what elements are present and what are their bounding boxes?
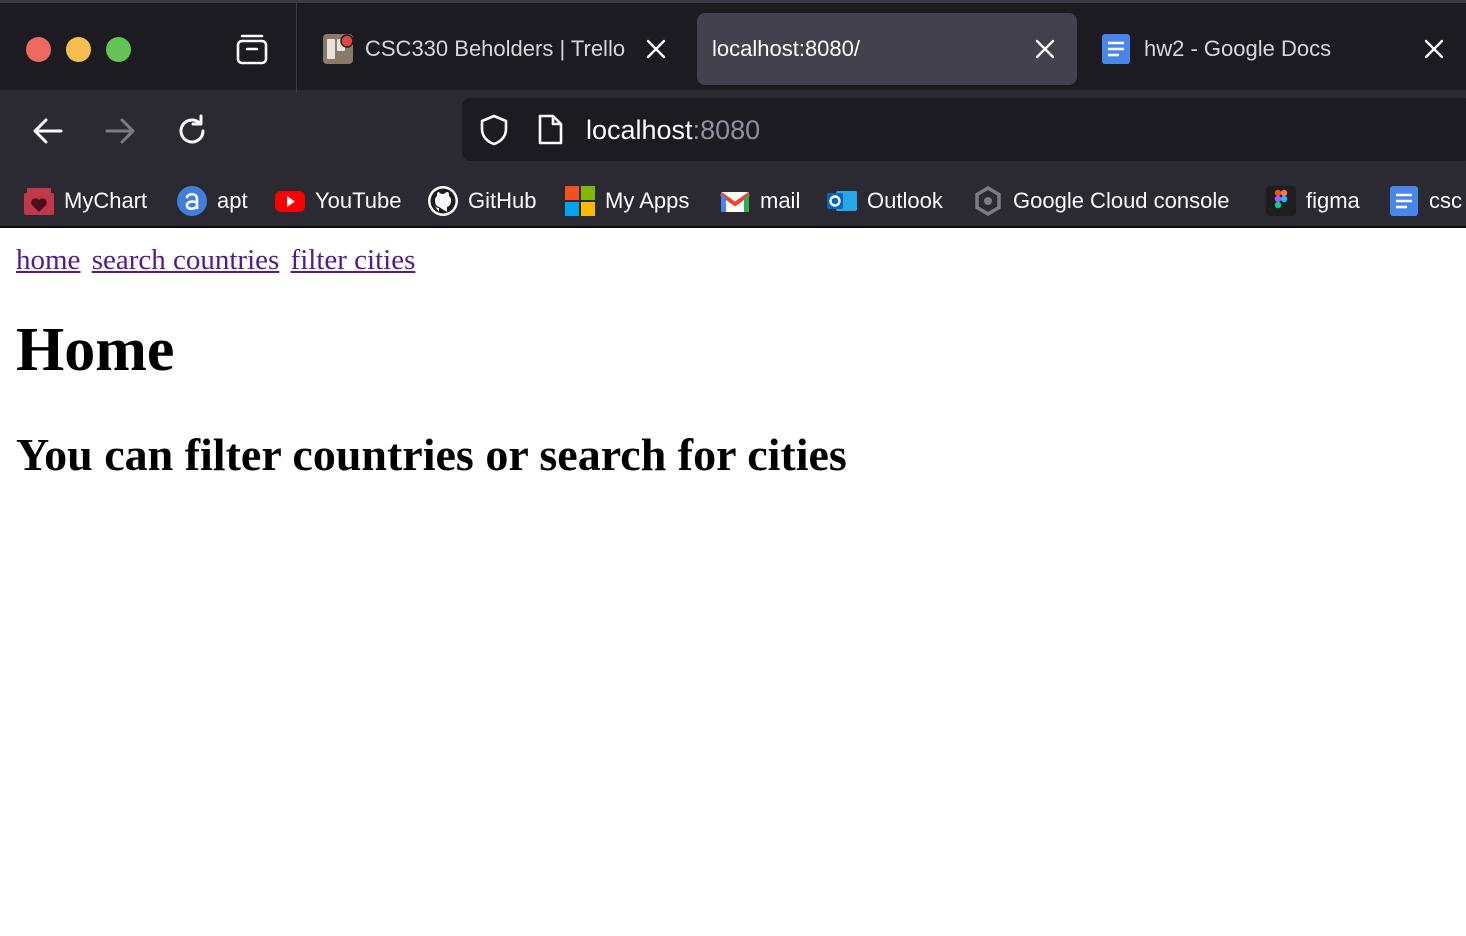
forward-arrow-icon[interactable] <box>102 113 138 149</box>
tab-bar: CSC330 Beholders | Trello localhost:8080… <box>0 0 1466 93</box>
close-window-button[interactable] <box>26 37 51 62</box>
bookmark-label: mail <box>760 188 801 213</box>
bookmark-label: Outlook <box>867 188 943 213</box>
bookmark-label: apt <box>217 188 248 213</box>
apt-icon <box>177 186 207 216</box>
bookmarks-toolbar: MyChart apt YouTube GitHub My Apps mail … <box>0 176 1466 226</box>
tab-google-docs[interactable]: hw2 - Google Docs <box>1086 13 1466 85</box>
tab-trello[interactable]: CSC330 Beholders | Trello <box>298 13 688 85</box>
bookmark-label: GitHub <box>468 188 537 213</box>
tab-title: localhost:8080/ <box>712 36 860 61</box>
url-port: :8080 <box>692 115 761 145</box>
nav-link-home[interactable]: home <box>16 244 80 276</box>
bookmark-label: Google Cloud console <box>1013 188 1230 213</box>
url-bar[interactable]: localhost:8080 <box>462 98 1466 161</box>
close-icon[interactable] <box>644 37 668 61</box>
tab-localhost[interactable]: localhost:8080/ <box>697 13 1077 85</box>
tab-title: hw2 - Google Docs <box>1144 36 1332 61</box>
tab-title: CSC330 Beholders | Trello <box>365 36 626 61</box>
bookmark-label: figma <box>1306 188 1360 213</box>
google-cloud-icon <box>975 185 1001 217</box>
page-subtitle: You can filter countries or search for c… <box>16 429 847 481</box>
tab-separator <box>296 3 297 93</box>
back-arrow-icon[interactable] <box>30 113 66 149</box>
google-docs-icon <box>1102 34 1130 64</box>
mychart-icon <box>24 188 54 215</box>
outlook-icon <box>827 191 857 211</box>
bookmark-label: My Apps <box>605 188 690 213</box>
url-text[interactable]: localhost:8080 <box>586 115 760 146</box>
gmail-icon <box>719 192 751 212</box>
reload-icon[interactable] <box>174 113 210 149</box>
youtube-icon <box>275 191 305 212</box>
bookmark-label: YouTube <box>315 188 402 213</box>
page-title: Home <box>16 316 175 384</box>
browser-chrome: CSC330 Beholders | Trello localhost:8080… <box>0 0 1466 228</box>
url-host: localhost <box>586 115 693 145</box>
bookmark-label: csc <box>1429 188 1462 213</box>
close-icon[interactable] <box>1033 37 1057 61</box>
nav-link-search-countries[interactable]: search countries <box>92 244 280 276</box>
github-icon <box>428 186 458 216</box>
page-icon[interactable] <box>536 114 564 146</box>
tab-manager-icon[interactable] <box>234 31 270 67</box>
maximize-window-button[interactable] <box>106 37 131 62</box>
figma-icon <box>1266 186 1296 216</box>
close-icon[interactable] <box>1422 37 1446 61</box>
shield-icon[interactable] <box>478 114 510 146</box>
page-content: home search countries filter cities Home… <box>16 228 847 483</box>
trello-board-icon <box>323 34 354 64</box>
microsoft-icon <box>565 186 595 216</box>
bookmark-label: MyChart <box>64 188 148 213</box>
nav-link-filter-cities[interactable]: filter cities <box>291 244 416 276</box>
minimize-window-button[interactable] <box>66 37 91 62</box>
google-docs-icon <box>1390 186 1418 216</box>
page-nav: home search countries filter cities <box>16 244 847 277</box>
